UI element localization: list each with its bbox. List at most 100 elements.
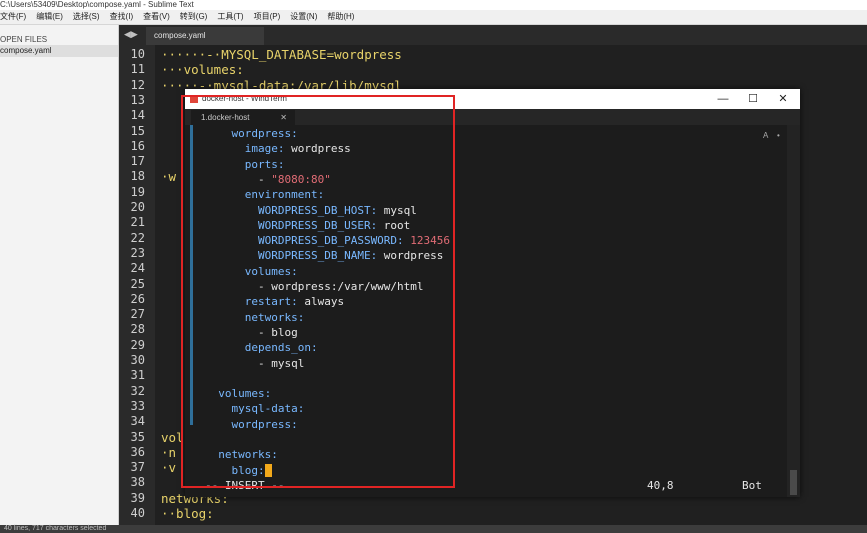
tab-close-icon[interactable]: ✕ xyxy=(280,110,287,125)
minimize-button[interactable]: — xyxy=(710,89,736,109)
terminal-line: WORDPRESS_DB_USER: root xyxy=(205,218,410,233)
terminal-token: WORDPRESS_DB_NAME: xyxy=(205,249,378,263)
terminal-line: networks: xyxy=(205,310,305,325)
line-number: 14 xyxy=(130,108,145,123)
terminal-token: - mysql xyxy=(205,356,305,370)
terminal-output[interactable]: wordpress: image: wordpress ports: - "80… xyxy=(185,125,787,497)
terminal-line: networks: xyxy=(205,447,278,462)
tab-docker-host-label: 1.docker-host xyxy=(201,113,250,122)
terminal-line: volumes: xyxy=(205,264,298,279)
terminal-token: environment: xyxy=(205,188,325,202)
menu-item[interactable]: 查找(I) xyxy=(110,10,134,24)
line-number-gutter: 10 11 12 13 14 15 16 17 18 19 20 21 22 23 24 25 26 27 28 29… xyxy=(119,45,155,525)
menu-item[interactable]: 编辑(E) xyxy=(36,10,63,24)
terminal-token: wordpress xyxy=(377,249,444,263)
terminal-line: WORDPRESS_DB_PASSWORD: 123456 xyxy=(205,233,450,248)
line-number: 11 xyxy=(130,62,145,77)
terminal-token: networks: xyxy=(205,310,305,324)
tab-nav-arrows-icon[interactable]: ◀▶ xyxy=(124,29,138,40)
code-line: ·n xyxy=(161,444,177,460)
terminal-token: 123456 xyxy=(403,234,451,248)
terminal-token: blog: xyxy=(205,463,265,477)
terminal-line: volumes: xyxy=(205,386,271,401)
terminal-token: volumes: xyxy=(205,387,272,401)
close-button[interactable]: ✕ xyxy=(770,89,796,109)
menu-item[interactable]: 文件(F) xyxy=(0,10,26,24)
terminal-line: image: wordpress xyxy=(205,141,351,156)
line-number: 34 xyxy=(130,414,145,429)
line-number: 37 xyxy=(130,460,145,475)
windterm-app-icon xyxy=(190,95,198,103)
terminal-line: WORDPRESS_DB_HOST: mysql xyxy=(205,203,417,218)
line-number: 27 xyxy=(130,307,145,322)
code-line: vol xyxy=(161,429,184,445)
terminal-token: networks: xyxy=(205,448,278,462)
terminal-token: ports: xyxy=(205,157,285,171)
terminal-token: mysql-data: xyxy=(205,402,305,416)
line-number: 36 xyxy=(130,444,145,459)
terminal-cursor xyxy=(264,464,272,478)
line-number: 40 xyxy=(130,506,145,520)
window-title: C:\Users\53409\Desktop\compose.yaml - Su… xyxy=(0,0,867,10)
terminal-line: - blog xyxy=(205,325,298,340)
terminal-token: wordpress: xyxy=(205,417,298,431)
code-line: ·w xyxy=(161,169,177,185)
menu-bar: 文件(F) 编辑(E) 选择(S) 查找(I) 查看(V) 转到(G) 工具(T) 项目(P)… xyxy=(0,10,867,25)
menu-item[interactable]: 工具(T) xyxy=(217,10,243,24)
code-line: ······-·MYSQL_DATABASE=wordpress xyxy=(161,47,402,62)
line-number: 19 xyxy=(130,184,145,199)
cursor-position: 40,8 xyxy=(647,478,674,492)
sidebar-file-item[interactable]: compose.yaml xyxy=(0,45,118,57)
line-number: 32 xyxy=(130,383,145,398)
terminal-line: restart: always xyxy=(205,294,344,309)
line-number: 38 xyxy=(130,475,145,490)
windterm-titlebar[interactable]: docker-host - WindTerm — ☐ ✕ xyxy=(185,89,800,109)
line-number: 23 xyxy=(130,245,145,260)
line-number: 16 xyxy=(130,138,145,153)
terminal-line: blog: xyxy=(205,463,272,478)
menu-item[interactable]: 项目(P) xyxy=(254,10,281,24)
sidebar-header: OPEN FILES xyxy=(0,35,48,44)
terminal-line: ports: xyxy=(205,157,285,172)
terminal-token: "8080:80" xyxy=(271,172,331,186)
terminal-token: mysql xyxy=(377,203,417,217)
terminal-line: depends_on: xyxy=(205,340,318,355)
line-number: 12 xyxy=(130,77,145,92)
scrollbar-thumb[interactable] xyxy=(790,470,797,495)
status-bar: 40 lines, 717 characters selected xyxy=(0,525,867,533)
windterm-window[interactable]: docker-host - WindTerm — ☐ ✕ 1.docker-ho… xyxy=(185,89,800,497)
terminal-token: volumes: xyxy=(205,264,298,278)
code-line: ···volumes: xyxy=(161,62,244,78)
line-number: 28 xyxy=(130,322,145,337)
menu-item[interactable]: 帮助(H) xyxy=(327,10,354,24)
line-number: 22 xyxy=(130,230,145,245)
terminal-line: - "8080:80" xyxy=(205,172,331,187)
code-line: ··blog: xyxy=(161,506,214,521)
menu-item[interactable]: 转到(G) xyxy=(180,10,208,24)
menu-item[interactable]: 选择(S) xyxy=(73,10,100,24)
scroll-position: Bot xyxy=(742,478,762,492)
terminal-token: - wordpress:/var/www/html xyxy=(205,280,424,293)
terminal-token: WORDPRESS_DB_PASSWORD: xyxy=(205,234,404,248)
maximize-button[interactable]: ☐ xyxy=(740,89,766,109)
line-number: 15 xyxy=(130,123,145,138)
terminal-token: restart: xyxy=(205,295,298,309)
line-number: 18 xyxy=(130,169,145,184)
terminal-line: WORDPRESS_DB_NAME: wordpress xyxy=(205,248,443,263)
menu-item[interactable]: 查看(V) xyxy=(143,10,170,24)
terminal-token: wordpress xyxy=(284,142,351,156)
tab-compose-yaml[interactable]: compose.yaml xyxy=(146,27,264,45)
terminal-line: - mysql xyxy=(205,356,304,371)
line-number: 24 xyxy=(130,261,145,276)
line-number: 35 xyxy=(130,429,145,444)
terminal-token: - xyxy=(205,172,272,186)
terminal-scrollbar[interactable] xyxy=(787,125,800,497)
line-number: 33 xyxy=(130,398,145,413)
line-number: 30 xyxy=(130,353,145,367)
line-number: 25 xyxy=(130,276,145,291)
tab-docker-host[interactable]: 1.docker-host ✕ xyxy=(191,110,295,125)
windterm-tab-strip: 1.docker-host ✕ A • ⋮ xyxy=(185,109,800,140)
line-number: 31 xyxy=(130,368,145,383)
windterm-title: docker-host - WindTerm xyxy=(202,94,287,103)
menu-item[interactable]: 设置(N) xyxy=(290,10,317,24)
